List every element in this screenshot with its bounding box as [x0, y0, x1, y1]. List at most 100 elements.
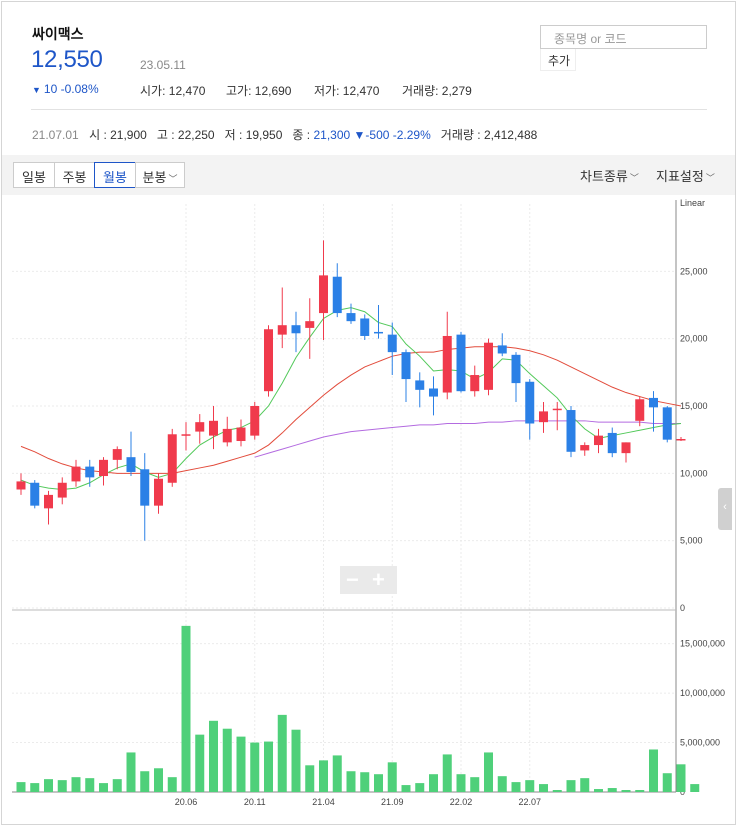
tab-daily[interactable]: 일봉 [13, 162, 55, 188]
volume-bar [332, 755, 342, 792]
candle-body [525, 381, 535, 424]
price-scale-label: Linear [680, 198, 705, 208]
volume-bar [594, 789, 603, 792]
candle-body [442, 335, 452, 393]
candle-body [401, 352, 411, 380]
candle-body [140, 469, 150, 506]
volume-bar [181, 625, 191, 792]
down-arrow-icon: ▼ [32, 85, 41, 95]
hover-ohlc-row: 21.07.01 시 : 21,900 고 : 22,250 저 : 19,95… [32, 128, 538, 142]
price-tick-label: 10,000 [680, 468, 708, 478]
candle-body [539, 411, 548, 423]
chevron-down-icon: ﹀ [705, 173, 715, 183]
candle-body [167, 434, 177, 483]
volume-bar [71, 777, 81, 792]
volume-bar [57, 780, 67, 792]
candle-body [662, 407, 672, 440]
volume-bar [690, 784, 700, 792]
volume-bar [387, 762, 397, 792]
volume-bar [277, 714, 287, 792]
indicator-settings-dropdown[interactable]: 지표설정 ﹀ [656, 166, 715, 185]
volume-bar [167, 777, 177, 792]
add-button[interactable]: 추가 [540, 49, 576, 71]
volume-bar [676, 764, 686, 792]
volume-bar [291, 729, 301, 792]
stock-chart-svg[interactable]: 05,00010,00015,00020,00025,000Linear05,0… [2, 196, 735, 824]
volume-bar [607, 788, 617, 792]
volume-bar [580, 778, 590, 792]
volume-tick-label: 5,000,000 [680, 738, 720, 748]
candle-body [635, 399, 645, 421]
candle-body [112, 449, 122, 460]
volume-bar [511, 782, 521, 792]
candle-body [250, 406, 260, 436]
volume-bar [429, 774, 438, 792]
price-tick-label: 20,000 [680, 334, 708, 344]
candle-body [456, 334, 466, 392]
x-tick-label: 21.09 [381, 797, 404, 807]
tab-monthly[interactable]: 월봉 [94, 162, 136, 188]
candle-body [85, 466, 95, 478]
candle-body [236, 427, 246, 442]
volume-bar [484, 752, 493, 792]
divider [31, 109, 707, 110]
zoom-in-button[interactable]: + [372, 567, 385, 593]
price-tick-label: 5,000 [680, 536, 703, 546]
candle-body [44, 494, 53, 509]
candle-body [30, 482, 40, 506]
quote-high: 고가: 12,690 [226, 84, 292, 98]
candle-body [511, 354, 521, 384]
volume-tick-label: 10,000,000 [680, 688, 725, 698]
search-input[interactable]: 종목명 or 코드 [540, 25, 707, 49]
volume-bar [250, 742, 260, 792]
x-tick-label: 20.11 [244, 797, 266, 807]
quote-low: 저가: 12,470 [314, 84, 380, 98]
chart-type-dropdown[interactable]: 차트종류 ﹀ [580, 166, 639, 185]
volume-bar [360, 772, 370, 792]
price-change-value: 10 -0.08% [43, 82, 99, 96]
zoom-controls: − + [340, 566, 397, 594]
candle-body [99, 459, 108, 477]
candle-body [126, 457, 136, 472]
volume-bar [16, 782, 26, 792]
volume-bar [85, 778, 95, 792]
candle-body [57, 482, 67, 498]
volume-bar [319, 760, 328, 792]
candle-body [71, 466, 81, 482]
candle-body [346, 313, 356, 322]
candle-body [594, 435, 603, 446]
chevron-left-icon: ‹ [723, 501, 727, 513]
volume-bar [346, 771, 356, 792]
zoom-out-button[interactable]: − [346, 567, 359, 593]
quote-volume: 거래량: 2,279 [402, 84, 472, 98]
candle-body [374, 331, 383, 334]
tab-minute[interactable]: 분봉 ﹀ [135, 162, 185, 188]
ma60-line [254, 420, 681, 458]
price-date: 23.05.11 [140, 58, 186, 72]
candle-body [552, 408, 562, 411]
volume-bar [539, 784, 548, 792]
side-panel-toggle[interactable]: ‹ [718, 488, 732, 530]
tab-weekly[interactable]: 주봉 [54, 162, 95, 188]
volume-bar [442, 754, 452, 792]
x-tick-label: 22.02 [450, 797, 473, 807]
volume-bar [662, 773, 672, 792]
price-change: ▼ 10 -0.08% [32, 82, 99, 96]
volume-bar [374, 774, 383, 792]
volume-bar [497, 776, 507, 792]
candle-body [484, 342, 493, 390]
chart-area[interactable]: 05,00010,00015,00020,00025,000Linear05,0… [2, 196, 735, 824]
volume-tick-label: 15,000,000 [680, 639, 725, 649]
volume-bar [649, 749, 658, 792]
volume-bar [44, 779, 53, 792]
volume-bar [401, 785, 411, 792]
volume-bar [236, 736, 246, 792]
candle-body [387, 334, 397, 353]
candle-body [305, 321, 315, 328]
candle-body [181, 434, 191, 436]
candle-body [580, 445, 590, 451]
candle-body [209, 420, 218, 436]
chevron-down-icon: ﹀ [629, 173, 639, 183]
candle-body [415, 380, 425, 390]
price-tick-label: 25,000 [680, 266, 708, 276]
